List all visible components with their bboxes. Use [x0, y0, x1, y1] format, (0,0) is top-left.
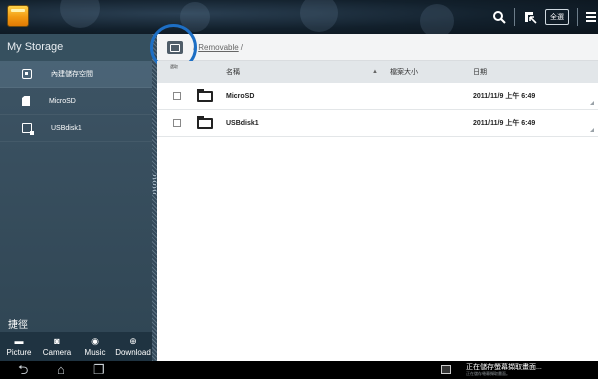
- column-name[interactable]: 名稱: [226, 67, 240, 77]
- shortcut-label: Music: [84, 347, 106, 357]
- select-all-button[interactable]: 全選: [545, 9, 569, 25]
- shortcut-picture[interactable]: ▬ Picture: [0, 332, 38, 361]
- breadcrumb-removable[interactable]: Removable: [198, 43, 238, 52]
- wallpaper-bubble: [60, 0, 100, 28]
- shortcut-label: Picture: [6, 347, 32, 357]
- sidebar-item-label: 內建儲存空間: [51, 71, 93, 78]
- download-icon: ⊕: [129, 335, 137, 346]
- file-list-pane: / Removable / 選取 名稱 ▲ 檔案大小 日期 MicroSD 20…: [150, 24, 598, 361]
- row-checkbox[interactable]: [173, 92, 181, 100]
- table-row[interactable]: USBdisk1 2011/11/9 上午 6:49: [157, 110, 598, 137]
- action-separator: [514, 8, 515, 26]
- sidebar-item-label: USBdisk1: [51, 124, 82, 132]
- row-corner-icon: [590, 128, 594, 132]
- overflow-menu-icon[interactable]: [586, 10, 596, 24]
- shortcut-music[interactable]: ◉ Music: [76, 332, 114, 361]
- shortcut-download[interactable]: ⊕ Download: [114, 332, 152, 361]
- notification-subtitle: 正在儲存螢幕擷取畫面。: [466, 371, 510, 376]
- sidebar-title: My Storage: [0, 34, 152, 61]
- column-date[interactable]: 日期: [473, 67, 487, 77]
- screenshot-notification-icon[interactable]: [441, 365, 451, 374]
- copy-to-icon[interactable]: [523, 10, 537, 24]
- internal-storage-icon: [22, 69, 32, 79]
- sort-ascending-icon[interactable]: ▲: [372, 69, 378, 75]
- camera-icon: ◙: [54, 335, 60, 346]
- sidebar-item-label: MicroSD: [49, 97, 76, 105]
- row-name: USBdisk1: [226, 119, 259, 127]
- splitter-grip-icon[interactable]: [153, 175, 156, 195]
- action-bar: 全選: [0, 0, 598, 38]
- sidebar-item-internal-storage[interactable]: 內建儲存空間: [0, 61, 152, 88]
- column-size[interactable]: 檔案大小: [390, 67, 418, 77]
- shortcut-title: 捷徑: [8, 320, 28, 331]
- action-separator: [577, 8, 578, 26]
- column-select[interactable]: 選取: [170, 64, 178, 70]
- sidebar-item-microsd[interactable]: MicroSD: [0, 88, 152, 115]
- row-corner-icon: [590, 101, 594, 105]
- sd-card-icon: [22, 96, 30, 106]
- usb-disk-icon: [22, 123, 34, 135]
- picture-icon: ▬: [14, 335, 24, 346]
- recent-apps-icon[interactable]: ❐: [93, 363, 105, 377]
- row-date: 2011/11/9 上午 6:49: [473, 120, 536, 127]
- sidebar-item-usbdisk1[interactable]: USBdisk1: [0, 115, 152, 142]
- top-actions: 全選: [492, 0, 598, 34]
- shortcut-label: Download: [115, 347, 151, 357]
- shortcut-bar: ▬ Picture ◙ Camera ◉ Music ⊕ Download: [0, 332, 152, 361]
- search-icon[interactable]: [492, 10, 506, 24]
- breadcrumb: / Removable /: [150, 24, 598, 71]
- row-name: MicroSD: [226, 92, 255, 100]
- system-bar: ⮌ ⌂ ❐ 正在儲存螢幕擷取畫面... 正在儲存螢幕擷取畫面。: [0, 361, 598, 379]
- folder-icon: [197, 88, 213, 102]
- table-row[interactable]: MicroSD 2011/11/9 上午 6:49: [157, 83, 598, 110]
- file-manager-app-icon[interactable]: [7, 5, 29, 27]
- row-checkbox[interactable]: [173, 119, 181, 127]
- shortcut-camera[interactable]: ◙ Camera: [38, 332, 76, 361]
- wallpaper-bubble: [420, 4, 454, 38]
- column-header: 選取 名稱 ▲ 檔案大小 日期: [157, 61, 598, 83]
- home-icon[interactable]: ⌂: [57, 363, 65, 377]
- breadcrumb-tail: /: [240, 42, 243, 52]
- row-date: 2011/11/9 上午 6:49: [473, 93, 536, 100]
- wallpaper-bubble: [300, 0, 338, 32]
- storage-sidebar: My Storage 內建儲存空間 MicroSD USBdisk1 捷徑 ▬ …: [0, 34, 152, 361]
- shortcut-label: Camera: [42, 347, 72, 357]
- back-icon[interactable]: ⮌: [18, 363, 28, 377]
- folder-icon: [197, 115, 213, 129]
- music-icon: ◉: [91, 335, 99, 346]
